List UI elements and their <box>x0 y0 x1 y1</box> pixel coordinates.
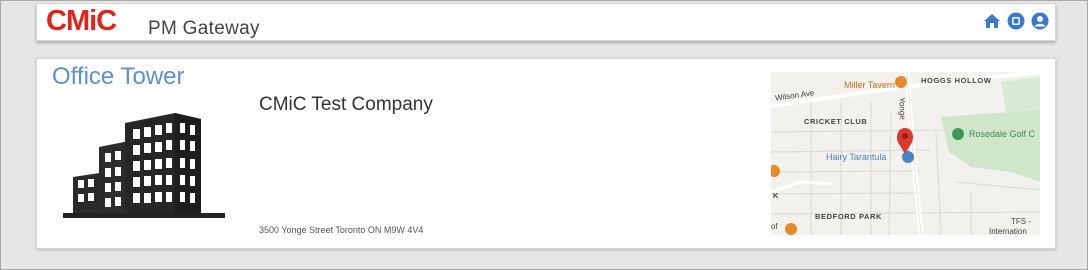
map-label-k: K <box>773 191 780 200</box>
map-label-tfs: TFS - <box>1011 217 1031 226</box>
map-label-bedford-park: BEDFORD PARK <box>815 212 883 221</box>
header-actions <box>983 12 1049 30</box>
map-label-hoggs-hollow: HOGGS HOLLOW <box>921 76 992 85</box>
company-name: CMiC Test Company <box>259 94 433 115</box>
cmic-logo[interactable]: CMiC <box>46 5 117 38</box>
map-label-miller-tavern: Miller Tavern <box>844 80 895 90</box>
home-icon[interactable] <box>983 12 1001 30</box>
square-icon[interactable] <box>1007 12 1025 30</box>
app-title: PM Gateway <box>148 18 260 39</box>
project-card[interactable]: Office Tower CMiC Test Company 3500 Yong… <box>36 58 1056 249</box>
user-icon[interactable] <box>1031 12 1049 30</box>
map-label-cricket-club: CRICKET CLUB <box>804 117 868 126</box>
map-label-yonge: Yonge <box>897 97 908 120</box>
map-label-internation: Internation <box>989 227 1027 235</box>
app-frame: CMiC PM Gateway Office Tower CMiC Test C… <box>0 0 1088 270</box>
map-label-hairy-tarantula: Hairy Tarantula <box>826 152 887 162</box>
building-icon <box>63 109 225 226</box>
top-header: CMiC PM Gateway <box>36 3 1056 41</box>
map-label-of: of <box>771 222 778 231</box>
map-label-rosedale: Rosedale Golf C <box>969 129 1036 139</box>
project-title[interactable]: Office Tower <box>52 63 185 91</box>
project-address: 3500 Yonge Street Toronto ON M9W 4V4 <box>259 225 424 235</box>
location-map[interactable]: HOGGS HOLLOW Wilson Ave Miller Tavern Yo… <box>771 72 1040 235</box>
